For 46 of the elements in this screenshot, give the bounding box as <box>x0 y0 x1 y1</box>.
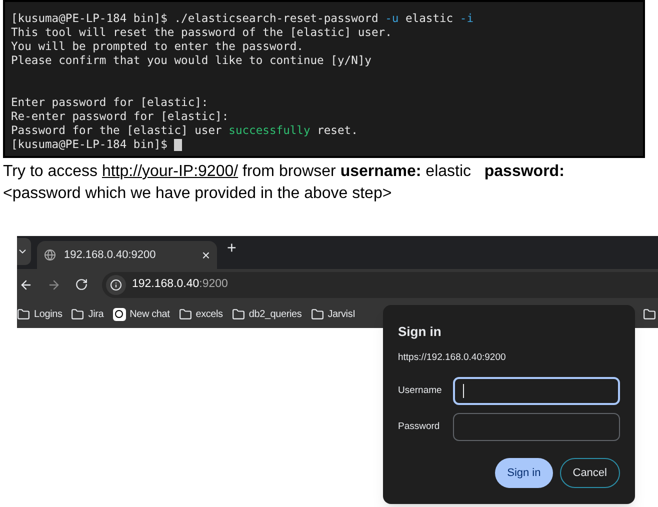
text-cursor <box>462 384 464 398</box>
terminal-line: Enter password for [elastic]: <box>11 96 210 110</box>
folder-icon <box>71 308 84 320</box>
address-host: 192.168.0.40 <box>132 276 200 292</box>
terminal-line: Please confirm that you would like to continue [y/N]y <box>11 54 372 68</box>
bookmark-item[interactable]: Logins <box>17 306 62 322</box>
tab-menu-button[interactable] <box>17 238 31 265</box>
bookmark-item[interactable]: Jira <box>71 306 104 322</box>
terminal-line: You will be prompted to enter the password. <box>11 40 304 54</box>
bookmark-item[interactable]: db2_queries <box>232 306 302 322</box>
input-field[interactable] <box>452 376 620 405</box>
forward-icon <box>47 278 61 292</box>
close-tab-button[interactable]: × <box>202 244 210 266</box>
terminal-line: Re-enter password for [elastic]: <box>11 110 230 124</box>
folder-icon <box>17 308 30 320</box>
text-cursor <box>174 138 182 151</box>
dialog-title: Sign in <box>398 323 442 341</box>
tab-title: 192.168.0.40:9200 <box>64 248 157 263</box>
terminal-line: [kusuma@PE-LP-184 bin]$ ./elasticsearch-reset-password -u elastic -i <box>11 12 475 26</box>
dialog-origin: https://192.168.0.40:9200 <box>398 350 506 364</box>
address-bar[interactable]: 192.168.0.40:9200 <box>102 272 658 298</box>
new-tab-button[interactable]: + <box>227 237 236 261</box>
address-port: :9200 <box>199 276 228 292</box>
globe-icon <box>44 249 56 261</box>
input-field[interactable] <box>452 412 620 441</box>
bookmark-item[interactable]: New chat <box>112 306 170 322</box>
folder-icon <box>232 308 245 320</box>
folder-icon <box>310 308 324 320</box>
back-icon <box>19 278 33 292</box>
folder-icon <box>643 308 656 320</box>
app-logo-icon <box>112 308 126 320</box>
bookmark-item[interactable]: excels <box>178 306 223 322</box>
terminal-line: [kusuma@PE-LP-184 bin]$ <box>11 138 637 152</box>
terminal-line: This tool will reset the password of the [elastic] user. <box>11 26 393 40</box>
bookmark-item[interactable]: JarvisI <box>310 306 356 322</box>
url-link[interactable]: http://your-IP:9200/ <box>102 163 238 180</box>
reload-icon <box>75 278 88 291</box>
sign-in-button[interactable]: Sign in <box>495 458 553 488</box>
folder-icon <box>178 308 192 320</box>
terminal-line: Password for the [elastic] user successfully reset. <box>11 124 359 138</box>
info-icon <box>110 278 122 290</box>
field-label: Username <box>398 384 443 398</box>
browser-tab[interactable]: 192.168.0.40:9200 × <box>37 241 217 269</box>
field-label: Password <box>398 420 441 434</box>
instruction-text: Try to access http://your-IP:9200/ from browser username: elastic password: <password which we have provided in the above step> <box>3 162 566 204</box>
cancel-button[interactable]: Cancel <box>560 458 620 488</box>
